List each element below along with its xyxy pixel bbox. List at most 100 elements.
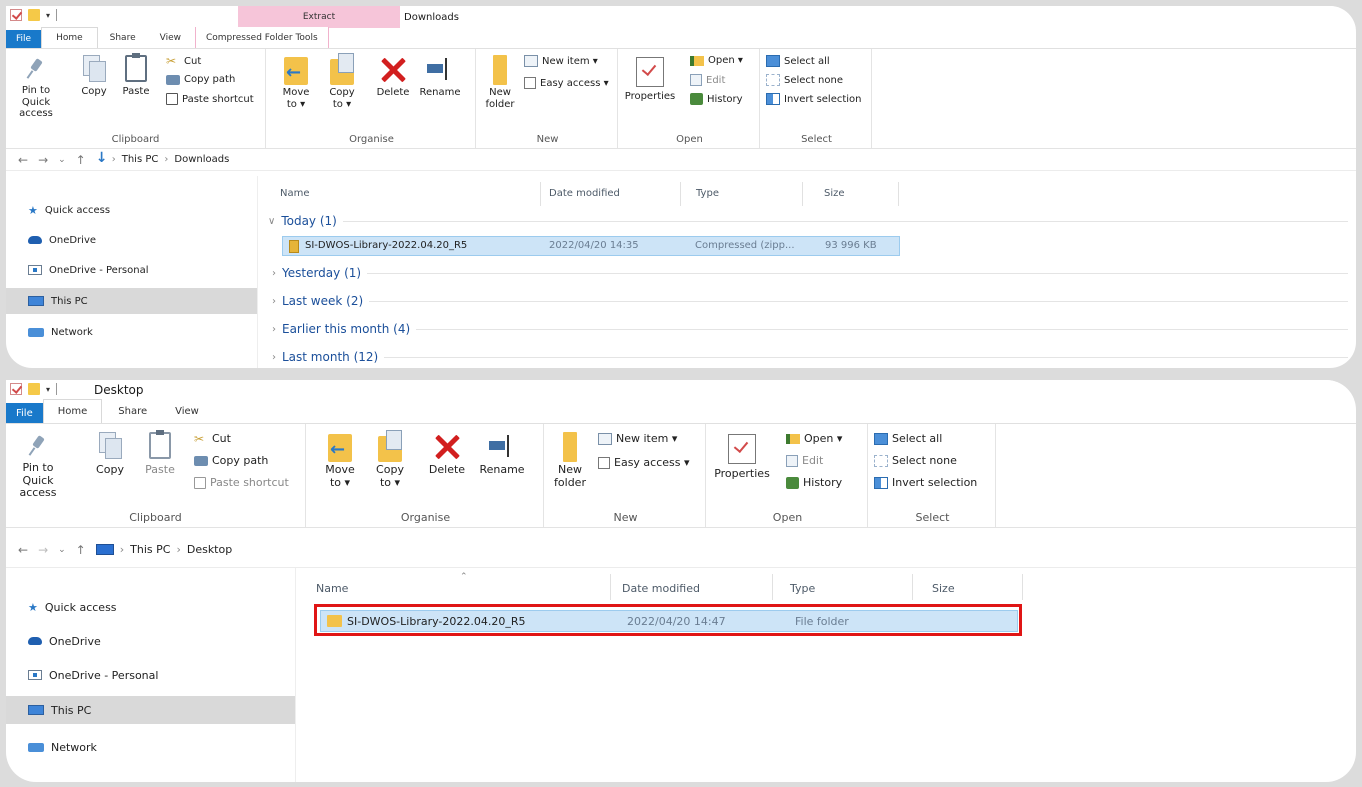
properties-qat-icon[interactable] xyxy=(10,383,22,395)
column-divider[interactable] xyxy=(898,182,899,206)
breadcrumb-this-pc[interactable]: This PC xyxy=(122,154,159,165)
tab-view[interactable]: View xyxy=(148,28,193,48)
copy-button[interactable]: Copy xyxy=(92,432,128,477)
new-folder-button[interactable]: New folder xyxy=(550,430,590,489)
invert-selection-button[interactable]: Invert selection xyxy=(874,476,977,489)
column-header-name[interactable]: Name xyxy=(316,582,348,595)
properties-button[interactable]: Properties xyxy=(712,434,772,481)
tab-file[interactable]: File xyxy=(6,30,42,48)
nav-item-quick-access[interactable]: ★ Quick access xyxy=(6,598,295,616)
breadcrumb-this-pc[interactable]: This PC xyxy=(130,543,170,556)
nav-item-this-pc[interactable]: This PC xyxy=(6,288,257,314)
delete-button[interactable]: Delete xyxy=(424,430,470,477)
move-to-button[interactable]: Move to ▾ xyxy=(320,430,360,489)
tab-view[interactable]: View xyxy=(163,400,211,423)
column-header-type[interactable]: Type xyxy=(790,582,815,595)
group-header-last-month[interactable]: › Last month (12) xyxy=(272,348,1348,366)
column-header-date-modified[interactable]: Date modified xyxy=(549,188,620,199)
new-folder-button[interactable]: New folder xyxy=(482,53,518,110)
group-header-earlier-this-month[interactable]: › Earlier this month (4) xyxy=(272,320,1348,338)
copy-path-button[interactable]: Copy path xyxy=(194,454,268,467)
customize-qat-arrow-icon[interactable]: ▾ xyxy=(46,385,50,394)
new-item-button[interactable]: New item ▾ xyxy=(598,432,677,445)
paste-button[interactable]: Paste xyxy=(120,53,152,98)
copy-path-button[interactable]: Copy path xyxy=(166,74,235,85)
tab-share[interactable]: Share xyxy=(98,28,148,48)
column-divider[interactable] xyxy=(912,574,913,600)
new-folder-qat-icon[interactable] xyxy=(28,9,40,21)
copy-to-button[interactable]: Copy to ▾ xyxy=(370,430,410,489)
rename-button[interactable]: Rename xyxy=(476,430,528,477)
up-arrow-icon[interactable]: ↑ xyxy=(76,543,86,557)
new-item-button[interactable]: New item ▾ xyxy=(524,55,598,67)
edit-button[interactable]: Edit xyxy=(690,74,725,86)
group-header-yesterday[interactable]: › Yesterday (1) xyxy=(272,264,1348,282)
column-divider[interactable] xyxy=(1022,574,1023,600)
pin-to-quick-access-button[interactable]: Pin to Quick access xyxy=(8,57,64,120)
column-header-type[interactable]: Type xyxy=(696,188,719,199)
delete-button[interactable]: Delete xyxy=(372,53,414,99)
select-all-button[interactable]: Select all xyxy=(766,55,830,67)
cut-button[interactable]: ✂ Cut xyxy=(194,432,231,445)
open-button[interactable]: Open ▾ xyxy=(786,432,842,445)
recent-locations-chevron-icon[interactable]: ⌄ xyxy=(58,545,66,555)
up-arrow-icon[interactable]: ↑ xyxy=(76,153,86,167)
tab-home[interactable]: Home xyxy=(42,399,103,423)
forward-arrow-icon[interactable]: → xyxy=(38,153,48,167)
invert-selection-button[interactable]: Invert selection xyxy=(766,93,862,105)
move-to-button[interactable]: Move to ▾ xyxy=(278,53,314,110)
column-header-date-modified[interactable]: Date modified xyxy=(622,582,700,595)
column-divider[interactable] xyxy=(772,574,773,600)
breadcrumb-desktop[interactable]: Desktop xyxy=(187,543,232,556)
pin-to-quick-access-button[interactable]: Pin to Quick access xyxy=(8,434,68,500)
properties-qat-icon[interactable] xyxy=(10,9,22,21)
column-header-size[interactable]: Size xyxy=(824,188,845,199)
select-none-button[interactable]: Select none xyxy=(766,74,843,86)
easy-access-button[interactable]: Easy access ▾ xyxy=(598,456,690,469)
column-divider[interactable] xyxy=(680,182,681,206)
select-none-button[interactable]: Select none xyxy=(874,454,957,467)
breadcrumb-downloads[interactable]: Downloads xyxy=(174,154,229,165)
easy-access-button[interactable]: Easy access ▾ xyxy=(524,77,609,89)
paste-shortcut-button[interactable]: Paste shortcut xyxy=(194,476,289,489)
nav-item-network[interactable]: Network xyxy=(6,738,295,756)
history-button[interactable]: History xyxy=(690,93,743,105)
paste-button[interactable]: Paste xyxy=(142,430,178,477)
nav-item-network[interactable]: Network xyxy=(6,324,257,340)
edit-button[interactable]: Edit xyxy=(786,454,823,467)
copy-button[interactable]: Copy xyxy=(78,55,110,98)
column-divider[interactable] xyxy=(540,182,541,206)
cut-button[interactable]: ✂ Cut xyxy=(166,55,201,67)
tab-share[interactable]: Share xyxy=(102,400,163,423)
nav-item-onedrive-personal[interactable]: OneDrive - Personal xyxy=(6,262,257,278)
rename-button[interactable]: Rename xyxy=(418,53,462,99)
properties-button[interactable]: Properties xyxy=(624,57,676,103)
group-header-last-week[interactable]: › Last week (2) xyxy=(272,292,1348,310)
nav-item-onedrive[interactable]: OneDrive xyxy=(6,232,257,248)
history-button[interactable]: History xyxy=(786,476,842,489)
select-all-button[interactable]: Select all xyxy=(874,432,942,445)
forward-arrow-icon[interactable]: → xyxy=(38,543,48,557)
tab-home[interactable]: Home xyxy=(41,27,98,48)
column-divider[interactable] xyxy=(802,182,803,206)
nav-item-quick-access[interactable]: ★ Quick access xyxy=(6,202,257,218)
tab-compressed-folder-tools[interactable]: Compressed Folder Tools xyxy=(194,27,329,48)
column-header-name[interactable]: Name xyxy=(280,188,310,199)
tab-file[interactable]: File xyxy=(6,403,43,423)
back-arrow-icon[interactable]: ← xyxy=(18,153,28,167)
recent-locations-chevron-icon[interactable]: ⌄ xyxy=(58,155,66,165)
paste-shortcut-button[interactable]: Paste shortcut xyxy=(166,93,254,105)
nav-item-onedrive-personal[interactable]: OneDrive - Personal xyxy=(6,666,295,684)
nav-item-onedrive[interactable]: OneDrive xyxy=(6,632,295,650)
customize-qat-arrow-icon[interactable]: ▾ xyxy=(46,11,50,20)
new-folder-qat-icon[interactable] xyxy=(28,383,40,395)
file-row[interactable]: SI-DWOS-Library-2022.04.20_R5 2022/04/20… xyxy=(282,236,900,256)
extract-context-tab[interactable]: Extract xyxy=(238,6,400,28)
column-divider[interactable] xyxy=(610,574,611,600)
nav-item-this-pc[interactable]: This PC xyxy=(6,696,295,724)
column-header-size[interactable]: Size xyxy=(932,582,955,595)
copy-to-button[interactable]: Copy to ▾ xyxy=(324,53,360,110)
back-arrow-icon[interactable]: ← xyxy=(18,543,28,557)
open-button[interactable]: Open ▾ xyxy=(690,55,743,66)
group-header-today[interactable]: ∨ Today (1) xyxy=(268,212,1348,230)
